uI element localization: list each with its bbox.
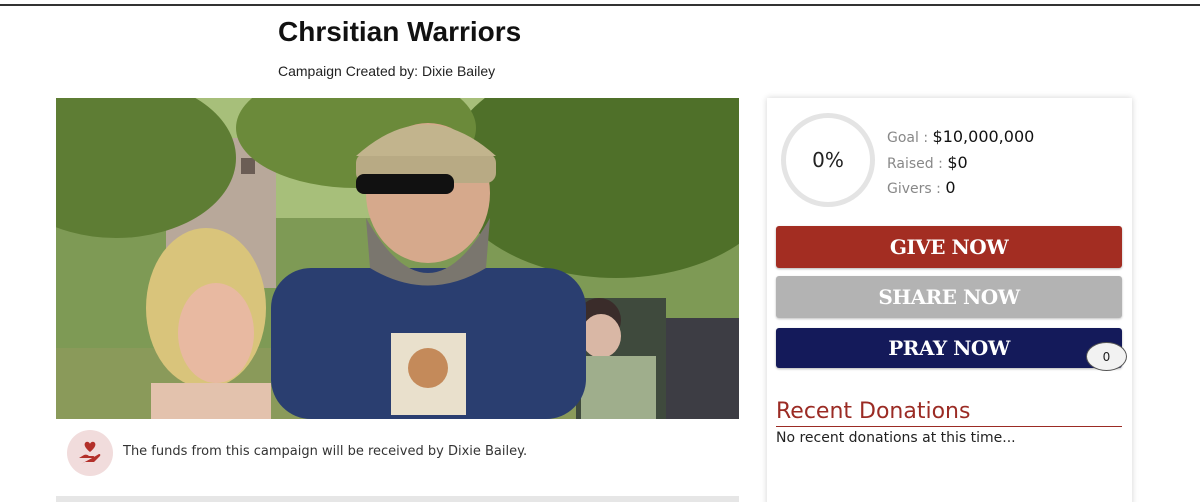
share-now-button[interactable]: SHARE NOW (776, 276, 1122, 318)
campaign-creator: Campaign Created by: Dixie Bailey (278, 63, 496, 79)
campaign-title: Chrsitian Warriors (278, 16, 522, 47)
campaign-photo (56, 98, 739, 419)
raised-row: Raised : $0 (887, 151, 1034, 177)
hand-heart-icon (67, 430, 113, 476)
raised-label: Raised : (887, 155, 943, 172)
recent-donations-divider (776, 426, 1122, 427)
recent-donations-empty: No recent donations at this time... (776, 430, 1016, 446)
raised-value: $0 (947, 152, 968, 172)
goal-label: Goal : (887, 130, 929, 146)
top-divider (0, 4, 1200, 6)
givers-label: Givers : (887, 181, 941, 197)
pray-count-badge: 0 (1086, 342, 1127, 371)
donation-sidebar: 0% Goal : $10,000,000 Raised : $0 Givers… (767, 98, 1132, 502)
goal-value: $10,000,000 (932, 127, 1035, 146)
campaign-stats: Goal : $10,000,000 Raised : $0 Givers : … (887, 125, 1034, 202)
givers-row: Givers : 0 (887, 176, 1034, 202)
give-now-button[interactable]: GIVE NOW (776, 226, 1122, 268)
funds-recipient-row: The funds from this campaign will be rec… (56, 430, 739, 476)
content-tab-bar (56, 496, 739, 502)
progress-ring: 0% (781, 113, 875, 207)
recent-donations-heading: Recent Donations (776, 399, 971, 424)
givers-value: 0 (945, 178, 956, 197)
funds-recipient-text: The funds from this campaign will be rec… (123, 444, 528, 459)
progress-percent: 0% (812, 148, 844, 172)
pray-now-button[interactable]: PRAY NOW (776, 328, 1122, 368)
goal-row: Goal : $10,000,000 (887, 125, 1034, 151)
